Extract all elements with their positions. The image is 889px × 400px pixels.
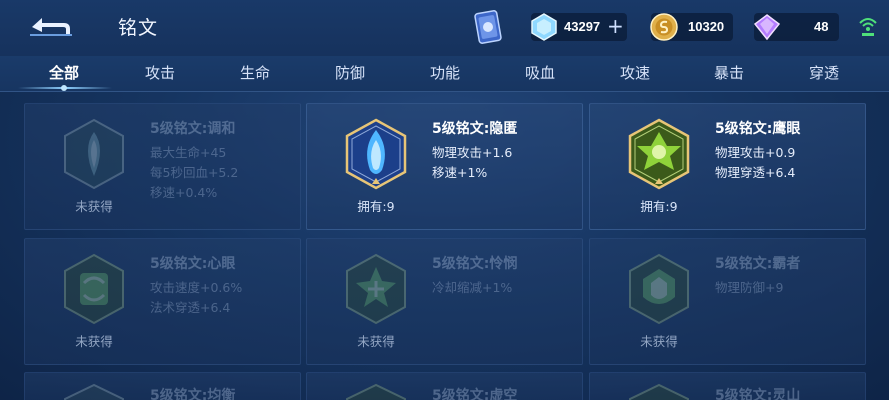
gold-coin-icon [650, 13, 678, 41]
gem-amount: 48 [814, 19, 829, 34]
inscription-name: 5级铭文:隐匿 [432, 121, 518, 137]
wifi-signal-icon [859, 18, 877, 36]
tab-penetration[interactable]: 穿透 [789, 62, 859, 83]
inscription-card[interactable]: 5级铭文:怜悯 冷却缩减+1% 未获得 [306, 238, 583, 365]
inscription-name: 5级铭文:心眼 [150, 256, 236, 272]
inscription-card-icon[interactable] [473, 10, 503, 46]
tab-attack[interactable]: 攻击 [125, 62, 195, 83]
active-tab-dot [61, 85, 67, 91]
inscription-card[interactable]: 5级铭文:心眼 攻击速度+0.6% 法术穿透+6.4 未获得 [24, 238, 301, 365]
inscription-name: 5级铭文:虚空 [432, 388, 518, 400]
inscription-stat: 移速+1% [432, 165, 488, 180]
tab-crit[interactable]: 暴击 [694, 62, 764, 83]
gold-balance: 10320 [650, 13, 733, 41]
back-arrow-icon[interactable] [26, 14, 74, 40]
overlord-emblem-icon [629, 253, 689, 325]
gem-balance: 48 [753, 13, 839, 41]
diamond-balance: 43297 + [531, 13, 627, 41]
top-bar: 铭文 43297 + 10320 48 [0, 0, 889, 56]
tab-defense[interactable]: 防御 [315, 62, 385, 83]
tab-attack-speed[interactable]: 攻速 [600, 62, 670, 83]
diamond-amount: 43297 [564, 19, 601, 34]
inscription-stat: 物理攻击+0.9 [715, 145, 796, 160]
inscription-stat: 最大生命+45 [150, 145, 227, 160]
spirit-mountain-emblem-icon [629, 383, 689, 400]
mercy-emblem-icon [346, 253, 406, 325]
inscription-stat: 法术穿透+6.4 [150, 300, 231, 315]
balance-emblem-icon [64, 383, 124, 400]
tab-lifesteal[interactable]: 吸血 [505, 62, 575, 83]
page-title: 铭文 [118, 17, 159, 39]
ownership-status: 拥有:9 [357, 199, 395, 214]
category-tabs: 全部 攻击 生命 防御 功能 吸血 攻速 暴击 穿透 [0, 56, 889, 92]
inscription-card[interactable]: 5级铭文:鹰眼 物理攻击+0.9 物理穿透+6.4 拥有:9 [589, 103, 866, 230]
ownership-status: 未获得 [75, 334, 113, 349]
inscription-name: 5级铭文:鹰眼 [715, 121, 801, 137]
tab-all[interactable]: 全部 [29, 62, 99, 83]
ownership-status: 未获得 [357, 334, 395, 349]
inscription-name: 5级铭文:调和 [150, 121, 236, 137]
eagle-eye-emblem-icon [628, 118, 690, 190]
inscription-card[interactable]: 5级铭文:霸者 物理防御+9 未获得 [589, 238, 866, 365]
stealth-emblem-icon [345, 118, 407, 190]
inscription-name: 5级铭文:霸者 [715, 256, 801, 272]
ownership-status: 拥有:9 [640, 199, 678, 214]
void-emblem-icon [346, 383, 406, 400]
inscription-card[interactable]: 5级铭文:均衡 [24, 372, 301, 400]
inscription-card[interactable]: 5级铭文:灵山 [589, 372, 866, 400]
inscription-name: 5级铭文:灵山 [715, 388, 801, 400]
ownership-status: 未获得 [640, 334, 678, 349]
inscription-name: 5级铭文:均衡 [150, 388, 236, 400]
harmony-emblem-icon [64, 118, 124, 190]
mind-eye-emblem-icon [64, 253, 124, 325]
purple-gem-icon [753, 14, 781, 41]
diamond-icon [531, 13, 557, 41]
gold-amount: 10320 [688, 19, 725, 34]
inscription-stat: 物理穿透+6.4 [715, 165, 796, 180]
inscription-name: 5级铭文:怜悯 [432, 256, 518, 272]
inscription-card[interactable]: 5级铭文:调和 最大生命+45 每5秒回血+5.2 移速+0.4% 未获得 [24, 103, 301, 230]
tab-hp[interactable]: 生命 [220, 62, 290, 83]
inscription-card[interactable]: 5级铭文:隐匿 物理攻击+1.6 移速+1% 拥有:9 [306, 103, 583, 230]
tab-function[interactable]: 功能 [410, 62, 480, 83]
inscription-stat: 物理攻击+1.6 [432, 145, 513, 160]
inscription-stat: 物理防御+9 [715, 280, 784, 295]
add-diamond-button[interactable]: + [607, 16, 624, 36]
inscription-stat: 冷却缩减+1% [432, 280, 513, 295]
inscription-stat: 攻击速度+0.6% [150, 280, 243, 295]
inscription-stat: 每5秒回血+5.2 [150, 165, 239, 180]
ownership-status: 未获得 [75, 199, 113, 214]
inscription-card[interactable]: 5级铭文:虚空 [306, 372, 583, 400]
